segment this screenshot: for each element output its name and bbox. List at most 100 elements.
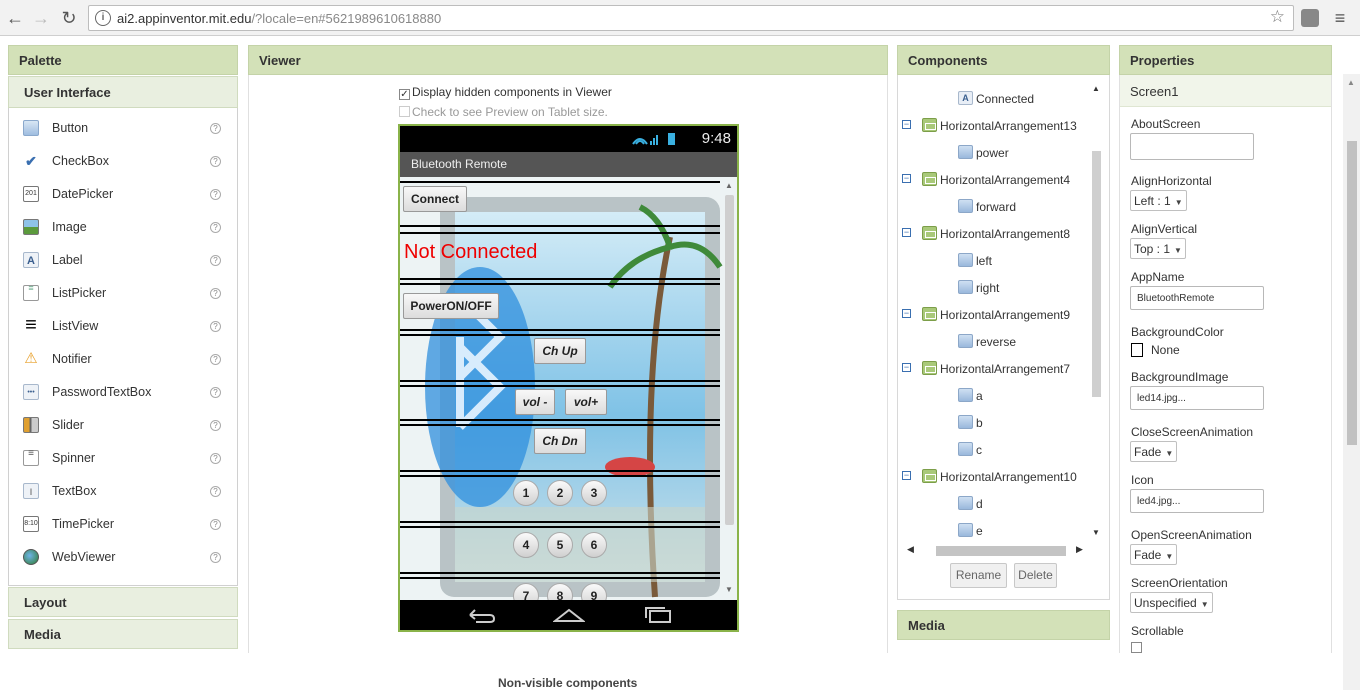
palette-item-checkbox[interactable]: ✔ CheckBox ? xyxy=(9,145,237,178)
back-icon[interactable]: ← xyxy=(4,7,26,29)
palette-section-user-interface[interactable]: User Interface xyxy=(8,76,238,108)
open-animation-select[interactable]: Fade ▼ xyxy=(1130,544,1178,565)
palette-item-spinner[interactable]: ≡ Spinner ? xyxy=(9,442,237,475)
channel-up-button[interactable]: Ch Up xyxy=(534,338,586,364)
palette-item-passwordtextbox[interactable]: ••• PasswordTextBox ? xyxy=(9,376,237,409)
phone-scrollbar[interactable]: ▲ ▼ xyxy=(723,181,735,597)
help-icon[interactable]: ? xyxy=(210,453,221,464)
component-tree-item[interactable]: − HorizontalArrangement7 xyxy=(902,361,1088,377)
component-tree-item[interactable]: − HorizontalArrangement10 xyxy=(902,469,1088,485)
help-icon[interactable]: ? xyxy=(210,222,221,233)
number-button-1[interactable]: 1 xyxy=(513,480,539,506)
help-icon[interactable]: ? xyxy=(210,552,221,563)
palette-item-listpicker[interactable]: ≡ ListPicker ? xyxy=(9,277,237,310)
component-tree-item[interactable]: right xyxy=(902,280,1088,296)
help-icon[interactable]: ? xyxy=(210,354,221,365)
align-vertical-select[interactable]: Top : 1 ▼ xyxy=(1130,238,1186,259)
scroll-left-icon[interactable]: ◀ xyxy=(907,544,914,555)
help-icon[interactable]: ? xyxy=(210,288,221,299)
component-tree-item[interactable]: − HorizontalArrangement9 xyxy=(902,307,1088,323)
url-text[interactable]: ai2.appinventor.mit.edu/?locale=en#56219… xyxy=(117,11,441,26)
delete-button[interactable]: Delete xyxy=(1014,563,1057,588)
palette-item-webviewer[interactable]: WebViewer ? xyxy=(9,541,237,574)
rename-button[interactable]: Rename xyxy=(950,563,1007,588)
collapse-toggle-icon[interactable]: − xyxy=(902,471,911,480)
extension-icon[interactable] xyxy=(1301,9,1319,27)
component-tree-item[interactable]: a xyxy=(902,388,1088,404)
scroll-up-icon[interactable]: ▲ xyxy=(1092,84,1100,93)
component-tree-item[interactable]: b xyxy=(902,415,1088,431)
component-tree-item[interactable]: left xyxy=(902,253,1088,269)
collapse-toggle-icon[interactable]: − xyxy=(902,309,911,318)
reload-icon[interactable]: ↻ xyxy=(58,7,80,29)
component-tree-item[interactable]: reverse xyxy=(902,334,1088,350)
number-button-5[interactable]: 5 xyxy=(547,532,573,558)
palette-item-label[interactable]: A Label ? xyxy=(9,244,237,277)
help-icon[interactable]: ? xyxy=(210,519,221,530)
about-screen-textarea[interactable] xyxy=(1130,133,1254,160)
number-button-2[interactable]: 2 xyxy=(547,480,573,506)
display-hidden-checkbox[interactable]: ✓ xyxy=(399,89,410,100)
components-vertical-scrollbar[interactable]: ▲ ▼ xyxy=(1089,79,1103,539)
components-hscroll-thumb[interactable] xyxy=(936,546,1066,556)
palette-section-layout[interactable]: Layout xyxy=(8,587,238,617)
scroll-up-icon[interactable]: ▲ xyxy=(1347,78,1355,87)
palette-item-button[interactable]: Button ? xyxy=(9,112,237,145)
component-tree-item[interactable]: d xyxy=(902,496,1088,512)
collapse-toggle-icon[interactable]: − xyxy=(902,363,911,372)
help-icon[interactable]: ? xyxy=(210,255,221,266)
components-scroll-thumb[interactable] xyxy=(1092,151,1101,397)
channel-down-button[interactable]: Ch Dn xyxy=(534,428,586,454)
number-button-8[interactable]: 8 xyxy=(547,583,573,600)
power-button[interactable]: PowerON/OFF xyxy=(403,293,499,319)
scroll-up-icon[interactable]: ▲ xyxy=(725,181,733,190)
palette-item-slider[interactable]: Slider ? xyxy=(9,409,237,442)
align-horizontal-select[interactable]: Left : 1 ▼ xyxy=(1130,190,1187,211)
volume-up-button[interactable]: vol+ xyxy=(565,389,607,415)
component-tree-item[interactable]: e xyxy=(902,523,1088,539)
page-scrollbar[interactable]: ▲ xyxy=(1343,74,1360,690)
help-icon[interactable]: ? xyxy=(210,387,221,398)
phone-scroll-thumb[interactable] xyxy=(725,195,734,525)
background-color-value[interactable]: None xyxy=(1151,343,1180,357)
component-tree-item[interactable]: − HorizontalArrangement4 xyxy=(902,172,1088,188)
collapse-toggle-icon[interactable]: − xyxy=(902,228,911,237)
component-tree-item[interactable]: − HorizontalArrangement8 xyxy=(902,226,1088,242)
palette-item-timepicker[interactable]: 8:10 TimePicker ? xyxy=(9,508,237,541)
component-tree-item[interactable]: c xyxy=(902,442,1088,458)
screen-orientation-select[interactable]: Unspecified ▼ xyxy=(1130,592,1213,613)
scrollable-checkbox[interactable] xyxy=(1131,642,1142,653)
number-button-6[interactable]: 6 xyxy=(581,532,607,558)
number-button-9[interactable]: 9 xyxy=(581,583,607,600)
address-bar[interactable]: i ai2.appinventor.mit.edu/?locale=en#562… xyxy=(88,5,1294,31)
help-icon[interactable]: ? xyxy=(210,189,221,200)
help-icon[interactable]: ? xyxy=(210,321,221,332)
number-button-3[interactable]: 3 xyxy=(581,480,607,506)
palette-item-listview[interactable]: ≡ ListView ? xyxy=(9,310,237,343)
appname-input[interactable]: BluetoothRemote xyxy=(1130,286,1264,310)
component-tree-item[interactable]: power xyxy=(902,145,1088,161)
close-animation-select[interactable]: Fade ▼ xyxy=(1130,441,1178,462)
help-icon[interactable]: ? xyxy=(210,156,221,167)
collapse-toggle-icon[interactable]: − xyxy=(902,120,911,129)
palette-item-notifier[interactable]: ⚠ Notifier ? xyxy=(9,343,237,376)
number-button-4[interactable]: 4 xyxy=(513,532,539,558)
display-hidden-checkbox-row[interactable]: ✓ Display hidden components in Viewer xyxy=(399,85,612,100)
palette-item-datepicker[interactable]: 201 DatePicker ? xyxy=(9,178,237,211)
scroll-down-icon[interactable]: ▼ xyxy=(725,585,733,594)
info-icon[interactable]: i xyxy=(95,10,111,26)
background-color-swatch[interactable] xyxy=(1131,343,1143,357)
scroll-right-icon[interactable]: ▶ xyxy=(1076,544,1083,555)
component-tree-item[interactable]: A Connected xyxy=(902,91,1088,107)
browser-menu-icon[interactable]: ≡ xyxy=(1330,7,1350,29)
collapse-toggle-icon[interactable]: − xyxy=(902,174,911,183)
components-horizontal-scrollbar[interactable]: ◀ ▶ xyxy=(906,543,1084,557)
help-icon[interactable]: ? xyxy=(210,123,221,134)
forward-icon[interactable]: → xyxy=(30,7,52,29)
component-tree-item[interactable]: forward xyxy=(902,199,1088,215)
background-image-input[interactable]: led14.jpg... xyxy=(1130,386,1264,410)
scroll-down-icon[interactable]: ▼ xyxy=(1092,528,1100,537)
connect-button[interactable]: Connect xyxy=(403,186,467,212)
palette-item-textbox[interactable]: I TextBox ? xyxy=(9,475,237,508)
help-icon[interactable]: ? xyxy=(210,420,221,431)
